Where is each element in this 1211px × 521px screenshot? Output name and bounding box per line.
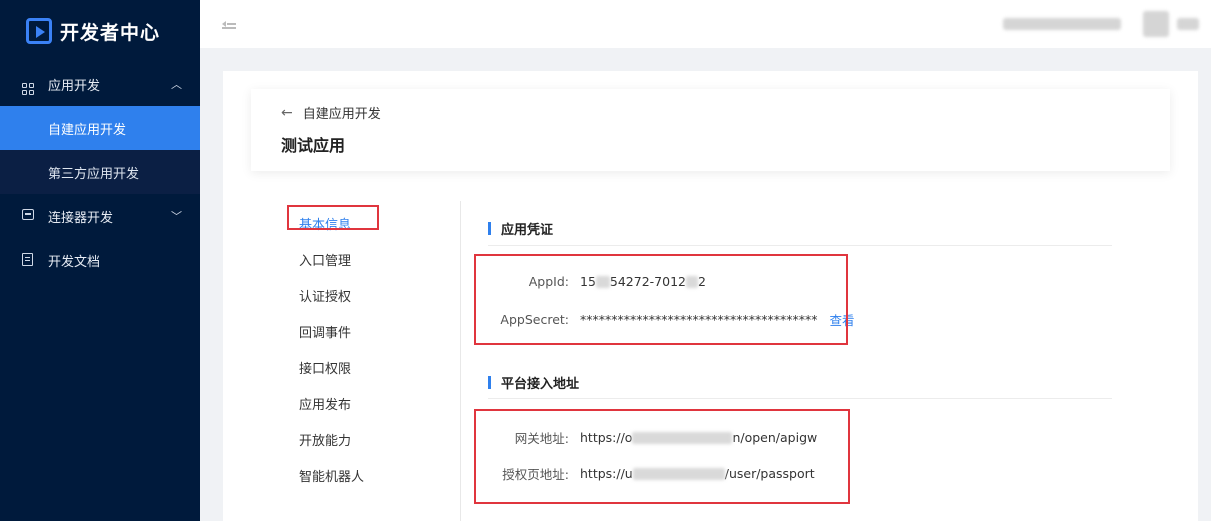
menu-item-entry-management[interactable]: 入口管理 [287, 241, 397, 277]
menu-item-auth[interactable]: 认证授权 [287, 277, 397, 313]
back-link-label: 自建应用开发 [302, 107, 381, 122]
highlight-box-credentials [474, 254, 848, 345]
section-title-credentials: 应用凭证 [488, 219, 553, 238]
connector-icon [22, 209, 36, 223]
content-divider [460, 201, 461, 521]
sidebar-item-label: 第三方应用开发 [48, 166, 140, 182]
appsecret-value: ************************************** [580, 312, 818, 327]
nav-group-dev-docs[interactable]: 开发文档 [0, 238, 200, 282]
redacted-block [632, 467, 725, 480]
auth-page-row: 授权页地址: https://u/user/passport [473, 464, 815, 483]
redacted-block [632, 431, 733, 444]
appid-value: 15 54272-7012 2 [580, 274, 706, 289]
menu-item-api-permissions[interactable]: 接口权限 [287, 349, 397, 385]
sidebar-item-self-built-app[interactable]: 自建应用开发 [0, 106, 200, 150]
menu-item-app-publish[interactable]: 应用发布 [287, 385, 397, 421]
redacted-block [686, 275, 698, 288]
logo-icon [26, 18, 52, 44]
appid-row: AppId: 15 54272-7012 2 [473, 274, 706, 289]
appid-part: 2 [698, 274, 706, 289]
grid-icon [22, 77, 36, 95]
section-title-text: 应用凭证 [501, 223, 554, 238]
section-divider [488, 245, 1112, 246]
redacted-block [595, 275, 610, 288]
url-part: /user/passport [724, 466, 815, 481]
user-label-redacted [1177, 18, 1199, 30]
platform-section-header: 平台接入地址 [488, 373, 579, 392]
section-marker [488, 222, 491, 235]
chevron-down-icon: ﹀ [171, 210, 182, 223]
nav-group-label: 连接器开发 [48, 210, 114, 226]
page-title: 测试应用 [281, 136, 346, 155]
user-area[interactable] [1003, 11, 1199, 37]
nav-group-label: 应用开发 [48, 78, 101, 94]
logo-text: 开发者中心 [60, 21, 161, 44]
section-marker [488, 376, 491, 389]
logo[interactable]: 开发者中心 [0, 0, 200, 62]
url-part: https://o [580, 430, 633, 445]
gateway-value: https://o n/open/apigw [580, 430, 817, 445]
chevron-up-icon: ︿ [171, 78, 182, 91]
app-settings-menu: 基本信息 入口管理 认证授权 回调事件 接口权限 应用发布 开放能力 智能机器人 [287, 205, 397, 493]
credentials-section-header: 应用凭证 [488, 219, 553, 238]
url-part: https://u [580, 466, 633, 481]
appid-part: 54272-7012 [609, 274, 686, 289]
main-content: ← 自建应用开发 测试应用 基本信息 入口管理 认证授权 回调事件 接口权限 应… [223, 71, 1198, 521]
user-name-redacted [1003, 18, 1121, 30]
appid-label: AppId: [528, 274, 569, 289]
nav-group-label: 开发文档 [48, 254, 101, 270]
arrow-left-icon: ← [281, 104, 293, 121]
gateway-row: 网关地址: https://o n/open/apigw [473, 428, 817, 447]
avatar[interactable] [1143, 11, 1169, 37]
back-link[interactable]: ← 自建应用开发 [281, 103, 381, 123]
gateway-label: 网关地址: [514, 431, 569, 446]
sidebar: 开发者中心 应用开发 ︿ 自建应用开发 第三方应用开发 连接器开发 ﹀ 开发文档 [0, 0, 200, 521]
page-header: ← 自建应用开发 测试应用 [251, 89, 1170, 171]
nav-group-connector-dev[interactable]: 连接器开发 ﹀ [0, 194, 200, 238]
menu-item-callback-events[interactable]: 回调事件 [287, 313, 397, 349]
view-secret-link[interactable]: 查看 [830, 310, 855, 329]
url-part: n/open/apigw [732, 430, 818, 445]
menu-item-basic-info[interactable]: 基本信息 [287, 205, 397, 241]
menu-item-open-capabilities[interactable]: 开放能力 [287, 421, 397, 457]
sidebar-item-third-party-app[interactable]: 第三方应用开发 [0, 150, 200, 194]
nav-group-app-dev[interactable]: 应用开发 ︿ [0, 62, 200, 106]
auth-page-value: https://u/user/passport [580, 466, 815, 481]
highlight-box-platform [474, 409, 850, 504]
section-title-text: 平台接入地址 [501, 377, 580, 392]
section-divider [488, 398, 1112, 399]
appsecret-row: AppSecret: *****************************… [473, 310, 855, 329]
menu-item-smart-robot[interactable]: 智能机器人 [287, 457, 397, 493]
document-icon [22, 253, 36, 267]
sidebar-item-label: 自建应用开发 [48, 122, 127, 138]
section-title-platform: 平台接入地址 [488, 373, 579, 392]
auth-page-label: 授权页地址: [502, 467, 569, 482]
menu-fold-icon[interactable] [222, 19, 236, 29]
topbar [200, 0, 1211, 48]
appsecret-label: AppSecret: [500, 312, 569, 327]
appid-part: 15 [580, 274, 596, 289]
